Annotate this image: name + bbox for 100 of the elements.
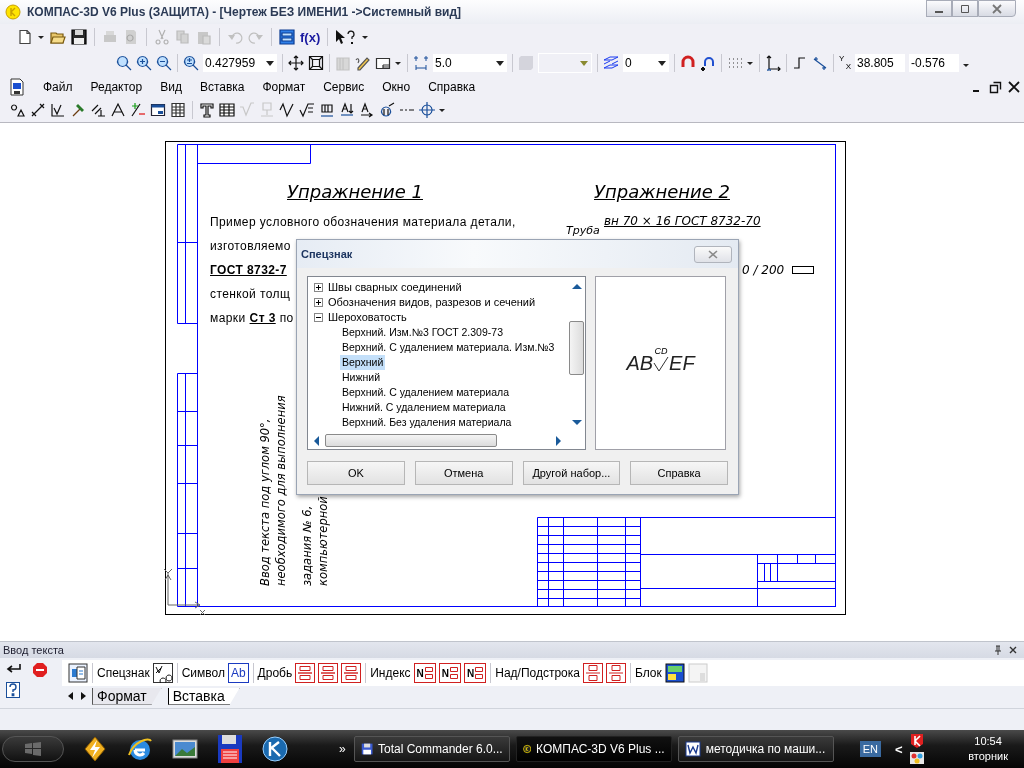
table-icon[interactable]: [219, 102, 235, 118]
dialog-button[interactable]: Другой набор...: [522, 461, 621, 485]
edit-plus-icon[interactable]: [130, 102, 146, 118]
text-tool-icon[interactable]: [199, 102, 215, 118]
pin-icon[interactable]: [993, 645, 1003, 655]
move-arrows-icon[interactable]: [288, 55, 304, 71]
tab[interactable]: Вставка: [167, 687, 240, 705]
text-arrow-icon[interactable]: [339, 102, 355, 118]
index-button[interactable]: N: [464, 663, 487, 683]
fraction-icon[interactable]: [318, 663, 339, 683]
circle-mark-icon[interactable]: [379, 102, 395, 118]
tray-toggle[interactable]: <: [894, 741, 903, 757]
geometry-icon[interactable]: [10, 102, 26, 118]
zoom-window-icon[interactable]: [116, 55, 132, 71]
leader-icon[interactable]: [359, 102, 375, 118]
axes-icon[interactable]: [765, 55, 781, 71]
scroll-right-icon[interactable]: [555, 434, 563, 447]
close-button[interactable]: [694, 245, 732, 263]
tree-item[interactable]: Верхний. Без удаления материала: [340, 415, 514, 430]
angle-icon[interactable]: [110, 102, 126, 118]
hatch-icon[interactable]: [170, 102, 186, 118]
panel-icon[interactable]: [279, 29, 295, 45]
color-swatch-icon[interactable]: [518, 55, 534, 71]
window-icon[interactable]: [150, 102, 166, 118]
taskbar-button[interactable]: Total Commander 6.0...: [353, 736, 510, 762]
menu-item[interactable]: Формат: [262, 80, 306, 94]
zoom-in-icon[interactable]: [136, 55, 152, 71]
parallel-icon[interactable]: [90, 102, 106, 118]
fit-frame-icon[interactable]: [308, 55, 324, 71]
superscript-icon[interactable]: [606, 663, 626, 683]
layer-field[interactable]: 0: [623, 54, 669, 72]
open-folder-icon[interactable]: [50, 29, 66, 45]
help-icon[interactable]: [6, 682, 20, 698]
expander-icon[interactable]: [314, 313, 323, 322]
zoom-out-icon[interactable]: [156, 55, 172, 71]
roughness-icon[interactable]: [50, 102, 66, 118]
tree-item[interactable]: Швы сварных соединений: [326, 280, 464, 295]
tree-item[interactable]: Шероховатость: [326, 310, 409, 325]
dialog-button[interactable]: Отмена: [414, 461, 513, 485]
index-button[interactable]: N: [413, 663, 436, 683]
magnet-icon[interactable]: [700, 55, 716, 71]
palette-icon[interactable]: [908, 751, 925, 765]
more-button[interactable]: »: [339, 742, 346, 756]
superscript-icon[interactable]: [583, 663, 603, 683]
index-button[interactable]: N: [438, 663, 461, 683]
tree-item[interactable]: Нижний: [340, 370, 382, 385]
scroll-left-icon[interactable]: [68, 692, 74, 700]
function-button[interactable]: f(x): [300, 29, 321, 45]
step-icon[interactable]: [413, 55, 429, 71]
scroll-down-icon[interactable]: [570, 419, 583, 427]
tree-item[interactable]: Верхний. Изм.№3 ГОСТ 2.309-73: [340, 325, 505, 340]
close-button[interactable]: [978, 0, 1016, 17]
tab[interactable]: Формат: [92, 687, 162, 705]
scroll-right-icon[interactable]: [80, 692, 86, 700]
scroll-up-icon[interactable]: [570, 282, 583, 290]
stop-icon[interactable]: [32, 662, 48, 678]
antivirus-icon[interactable]: [908, 733, 925, 749]
help-cursor-icon[interactable]: [335, 29, 358, 45]
expander-icon[interactable]: [314, 283, 323, 292]
new-document-icon[interactable]: [17, 29, 33, 45]
center-mark-icon[interactable]: [419, 102, 435, 118]
close-icon[interactable]: [1006, 79, 1022, 95]
menu-item[interactable]: Вставка: [199, 80, 245, 94]
check-mark-icon[interactable]: [239, 102, 255, 118]
expander-icon[interactable]: [314, 298, 323, 307]
dialog-button[interactable]: OK: [307, 461, 405, 485]
tree-item[interactable]: Верхний. С удалением материала: [340, 385, 512, 400]
taskbar-button[interactable]: КОМПАС-3D V6 Plus ...: [515, 736, 672, 762]
taskbar-button[interactable]: методичка по маши...: [677, 736, 834, 762]
tree-item[interactable]: Верхний: [340, 355, 386, 370]
tree-item[interactable]: Верхний. С удалением материала. Изм.№3: [340, 340, 557, 355]
layers-icon[interactable]: [603, 55, 619, 71]
step-line-icon[interactable]: [792, 55, 808, 71]
menu-item[interactable]: Сервис: [323, 80, 365, 94]
menu-item[interactable]: Справка: [428, 80, 476, 94]
x-coordinate-field[interactable]: -0.576: [909, 54, 959, 72]
menu-item[interactable]: Файл: [43, 80, 73, 94]
tolerance-icon[interactable]: [299, 102, 315, 118]
dialog-button[interactable]: Справка: [630, 461, 728, 485]
special-sign-icon[interactable]: [152, 663, 173, 683]
minimize-button[interactable]: [926, 0, 952, 17]
dimension-icon[interactable]: [30, 102, 46, 118]
tree-item[interactable]: Обозначения видов, разрезов и сечений: [326, 295, 538, 310]
insert-text-icon[interactable]: [68, 663, 88, 683]
enter-arrow-icon[interactable]: [6, 662, 22, 676]
step-field[interactable]: 5.0: [433, 54, 507, 72]
maximize-button[interactable]: [952, 0, 978, 17]
block-icon[interactable]: [664, 663, 685, 683]
pencil-icon[interactable]: [355, 55, 371, 71]
symbol-button[interactable]: Ab: [227, 663, 249, 683]
menu-item[interactable]: Окно: [382, 80, 411, 94]
menu-item[interactable]: Вид: [160, 80, 182, 94]
roughness-sign-icon[interactable]: [279, 102, 295, 118]
compass-logo-icon[interactable]: [261, 735, 289, 763]
language-indicator[interactable]: EN: [859, 741, 881, 757]
close-icon[interactable]: [1008, 645, 1018, 655]
grid-dots-icon[interactable]: [727, 55, 743, 71]
fraction-icon[interactable]: [295, 663, 316, 683]
start-button[interactable]: [2, 736, 64, 762]
y-coordinate-field[interactable]: 38.805: [855, 54, 905, 72]
